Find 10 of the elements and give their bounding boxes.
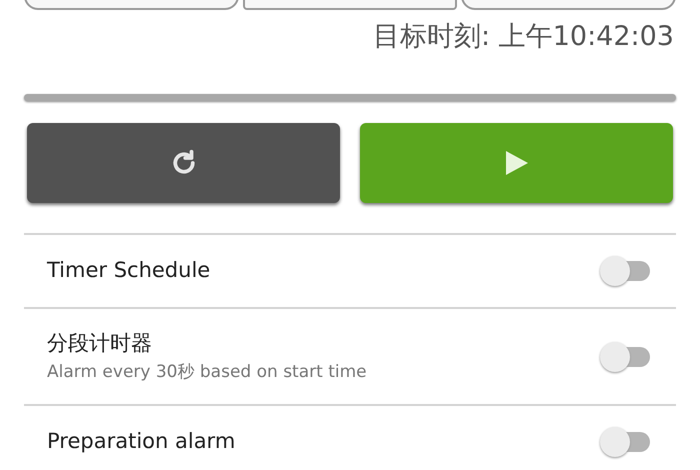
setting-title: Timer Schedule xyxy=(47,257,212,284)
target-time: 目标时刻: 上午10:42:03 xyxy=(373,20,674,54)
setting-description: Alarm every 30秒 based on start time xyxy=(47,360,368,384)
play-icon xyxy=(504,150,528,176)
setting-title: Preparation alarm xyxy=(47,428,236,456)
toggle-switch[interactable] xyxy=(600,256,650,286)
start-button[interactable] xyxy=(360,123,673,203)
toggle-switch[interactable] xyxy=(600,427,650,457)
setting-title: 分段计时器 xyxy=(47,330,153,357)
toggle-switch[interactable] xyxy=(600,342,650,372)
